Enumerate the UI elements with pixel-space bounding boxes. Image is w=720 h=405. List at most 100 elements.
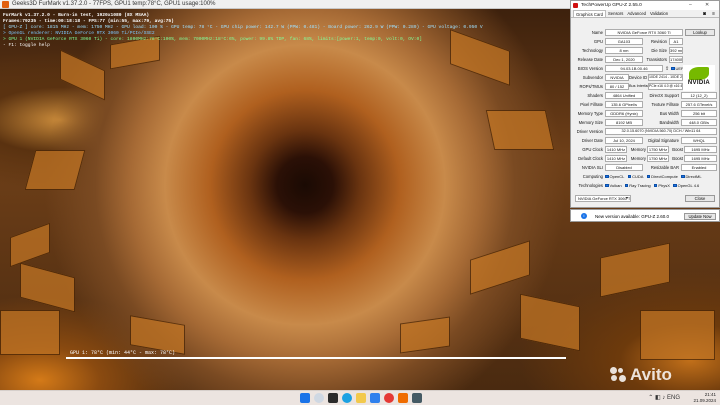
render-block xyxy=(640,310,715,360)
resizable-bar-label: Resizable BAR xyxy=(650,165,679,170)
render-block xyxy=(20,262,75,313)
render-block xyxy=(400,316,450,354)
gpu-clock-memory-label: Memory xyxy=(630,147,646,152)
technology-value: 8 nm xyxy=(605,47,643,54)
driver-date-value: Jul 10, 2024 xyxy=(605,137,643,144)
nvidia-eye-icon xyxy=(689,67,709,80)
furmark-icon[interactable] xyxy=(398,393,408,403)
row-memory-size: Memory Size 8192 MB Bandwidth 448.0 GB/s xyxy=(571,119,720,127)
update-now-button[interactable]: Update Now xyxy=(684,213,716,220)
lookup-button[interactable]: Lookup xyxy=(685,29,715,36)
avito-logo-icon xyxy=(610,367,626,383)
render-block xyxy=(600,242,670,298)
cuda-checkbox[interactable]: CUDA xyxy=(627,174,643,179)
gpu-clock-boost-value: 1695 MHz xyxy=(684,146,717,153)
device-id-label: Device ID xyxy=(629,75,648,80)
share-icon[interactable]: ⇪ xyxy=(665,66,669,72)
row-gpu-select: NVIDIA GeForce RTX 3060 Ti ▾ Close xyxy=(571,195,720,203)
tab-graphics-card[interactable]: Graphics Card xyxy=(573,10,606,17)
explorer-icon[interactable] xyxy=(356,393,366,403)
bandwidth-label: Bandwidth xyxy=(659,120,679,125)
gpu-clock-value: 1410 MHz xyxy=(605,146,627,153)
opengl-checkbox[interactable]: OpenGL 4.6 xyxy=(673,183,699,188)
opencl-label: OpenCL xyxy=(609,174,625,179)
physx-checkbox[interactable]: PhysX xyxy=(653,183,670,188)
render-block xyxy=(60,49,105,101)
device-id-value: 10DE 2414 - 10DE 2414 xyxy=(648,74,683,81)
render-block xyxy=(470,240,530,295)
opencl-checkbox[interactable]: OpenCL xyxy=(605,174,624,179)
checkbox-icon xyxy=(646,174,651,179)
info-icon: i xyxy=(581,213,587,219)
minimize-icon[interactable]: – xyxy=(689,1,692,10)
gpu-label: GPU xyxy=(593,39,603,44)
start-icon[interactable] xyxy=(300,393,310,403)
furmark-hud: FurMark v1.37.2.0 - Burn-in test, 1920x1… xyxy=(3,13,483,49)
checkbox-icon xyxy=(671,66,675,71)
furmark-title-bar[interactable]: Geeks3D FurMark v1.37.2.0 - 77FPS, GPU1 … xyxy=(0,0,570,9)
ray-tracing-checkbox[interactable]: Ray Tracing xyxy=(624,183,651,188)
render-block xyxy=(485,110,555,150)
default-clock-memory-label: Memory xyxy=(630,156,646,161)
row-driver-date: Driver Date Jul 10, 2024 Digital Signatu… xyxy=(571,137,720,145)
default-clock-memory-value: 1750 MHz xyxy=(647,155,669,162)
row-memory-type: Memory Type GDDR6 (Hynix) Bus Width 256 … xyxy=(571,110,720,118)
bandwidth-value: 448.0 GB/s xyxy=(681,119,717,126)
close-icon[interactable]: ✕ xyxy=(705,1,709,10)
search-icon[interactable] xyxy=(314,393,324,403)
texture-fillrate-value: 257.6 GTexel/s xyxy=(681,101,717,108)
directcompute-label: DirectCompute xyxy=(651,174,678,179)
menu-icon[interactable]: ≡ xyxy=(710,10,717,17)
tab-validation[interactable]: Validation xyxy=(648,10,670,17)
vulkan-checkbox[interactable]: Vulkan xyxy=(605,183,622,188)
checkbox-icon xyxy=(673,183,677,188)
edge-icon[interactable] xyxy=(342,393,352,403)
ray-tracing-label: Ray Tracing xyxy=(629,183,651,188)
memory-type-value: GDDR6 (Hynix) xyxy=(605,110,643,117)
row-gpu-clock: GPU Clock 1410 MHz Memory 1750 MHz Boost… xyxy=(571,146,720,154)
store-icon[interactable] xyxy=(370,393,380,403)
row-technologies: Technologies Vulkan Ray Tracing PhysX Op… xyxy=(571,182,720,190)
texture-fillrate-label: Texture Fillrate xyxy=(651,102,679,107)
directcompute-checkbox[interactable]: DirectCompute xyxy=(646,174,678,179)
temperature-graph xyxy=(66,357,566,389)
nvidia-sli-label: NVIDIA SLI xyxy=(581,165,603,170)
gpu-select-dropdown[interactable]: NVIDIA GeForce RTX 3060 Ti xyxy=(575,195,631,202)
row-shaders: Shaders 4864 Unified DirectX Support 12 … xyxy=(571,92,720,100)
technologies-list: Vulkan Ray Tracing PhysX OpenGL 4.6 xyxy=(605,183,701,188)
driver-date-label: Driver Date xyxy=(581,138,603,143)
technologies-label: Technologies xyxy=(578,183,603,188)
gpuz-title-bar[interactable]: TechPowerUp GPU-Z 2.55.0 – ✕ xyxy=(571,1,719,10)
gpu-value: GA103 xyxy=(605,38,643,45)
furmark-window-title: Geeks3D FurMark v1.37.2.0 - 77FPS, GPU1 … xyxy=(12,1,216,7)
directml-checkbox[interactable]: DirectML xyxy=(681,174,702,179)
chevron-down-icon[interactable]: ▾ xyxy=(626,195,628,200)
technology-label: Technology xyxy=(581,48,603,53)
shaders-value: 4864 Unified xyxy=(605,92,643,99)
language-indicator[interactable]: ENG xyxy=(667,395,680,401)
computing-list: OpenCL CUDA DirectCompute DirectML xyxy=(605,174,704,179)
clock[interactable]: 21:41 21.09.2024 xyxy=(693,392,716,404)
gpuz-icon[interactable] xyxy=(412,393,422,403)
camera-icon[interactable]: ◙ xyxy=(701,10,708,17)
physx-label: PhysX xyxy=(658,183,670,188)
temperature-graph-label: GPU 1: 78°C (min: 44°C - max: 78°C) xyxy=(70,350,176,356)
row-gpu: GPU GA103 Revision A1 xyxy=(571,38,720,46)
yandex-icon[interactable] xyxy=(384,393,394,403)
system-tray-icons[interactable]: ⌃ ◧ ♪ ENG xyxy=(648,394,680,401)
subvendor-value: NVIDIA xyxy=(605,74,629,81)
row-release-date: Release Date Dec 1, 2020 Transistors 174… xyxy=(571,56,720,64)
rops-value: 80 / 152 xyxy=(605,83,629,90)
taskbar: ⌃ ◧ ♪ ENG 21:41 21.09.2024 xyxy=(0,390,720,405)
hud-line: - F1: toggle help xyxy=(3,43,50,48)
temperature-graph-line xyxy=(66,358,566,359)
task-view-icon[interactable] xyxy=(328,393,338,403)
close-button[interactable]: Close xyxy=(685,195,715,202)
tab-advanced[interactable]: Advanced xyxy=(625,10,648,17)
bus-interface-label: Bus Interface xyxy=(629,84,652,88)
bus-width-value: 256 bit xyxy=(681,110,717,117)
checkbox-icon xyxy=(624,183,629,188)
tab-sensors[interactable]: Sensors xyxy=(606,10,625,17)
checkbox-icon xyxy=(605,183,609,188)
bus-width-label: Bus Width xyxy=(659,111,679,116)
